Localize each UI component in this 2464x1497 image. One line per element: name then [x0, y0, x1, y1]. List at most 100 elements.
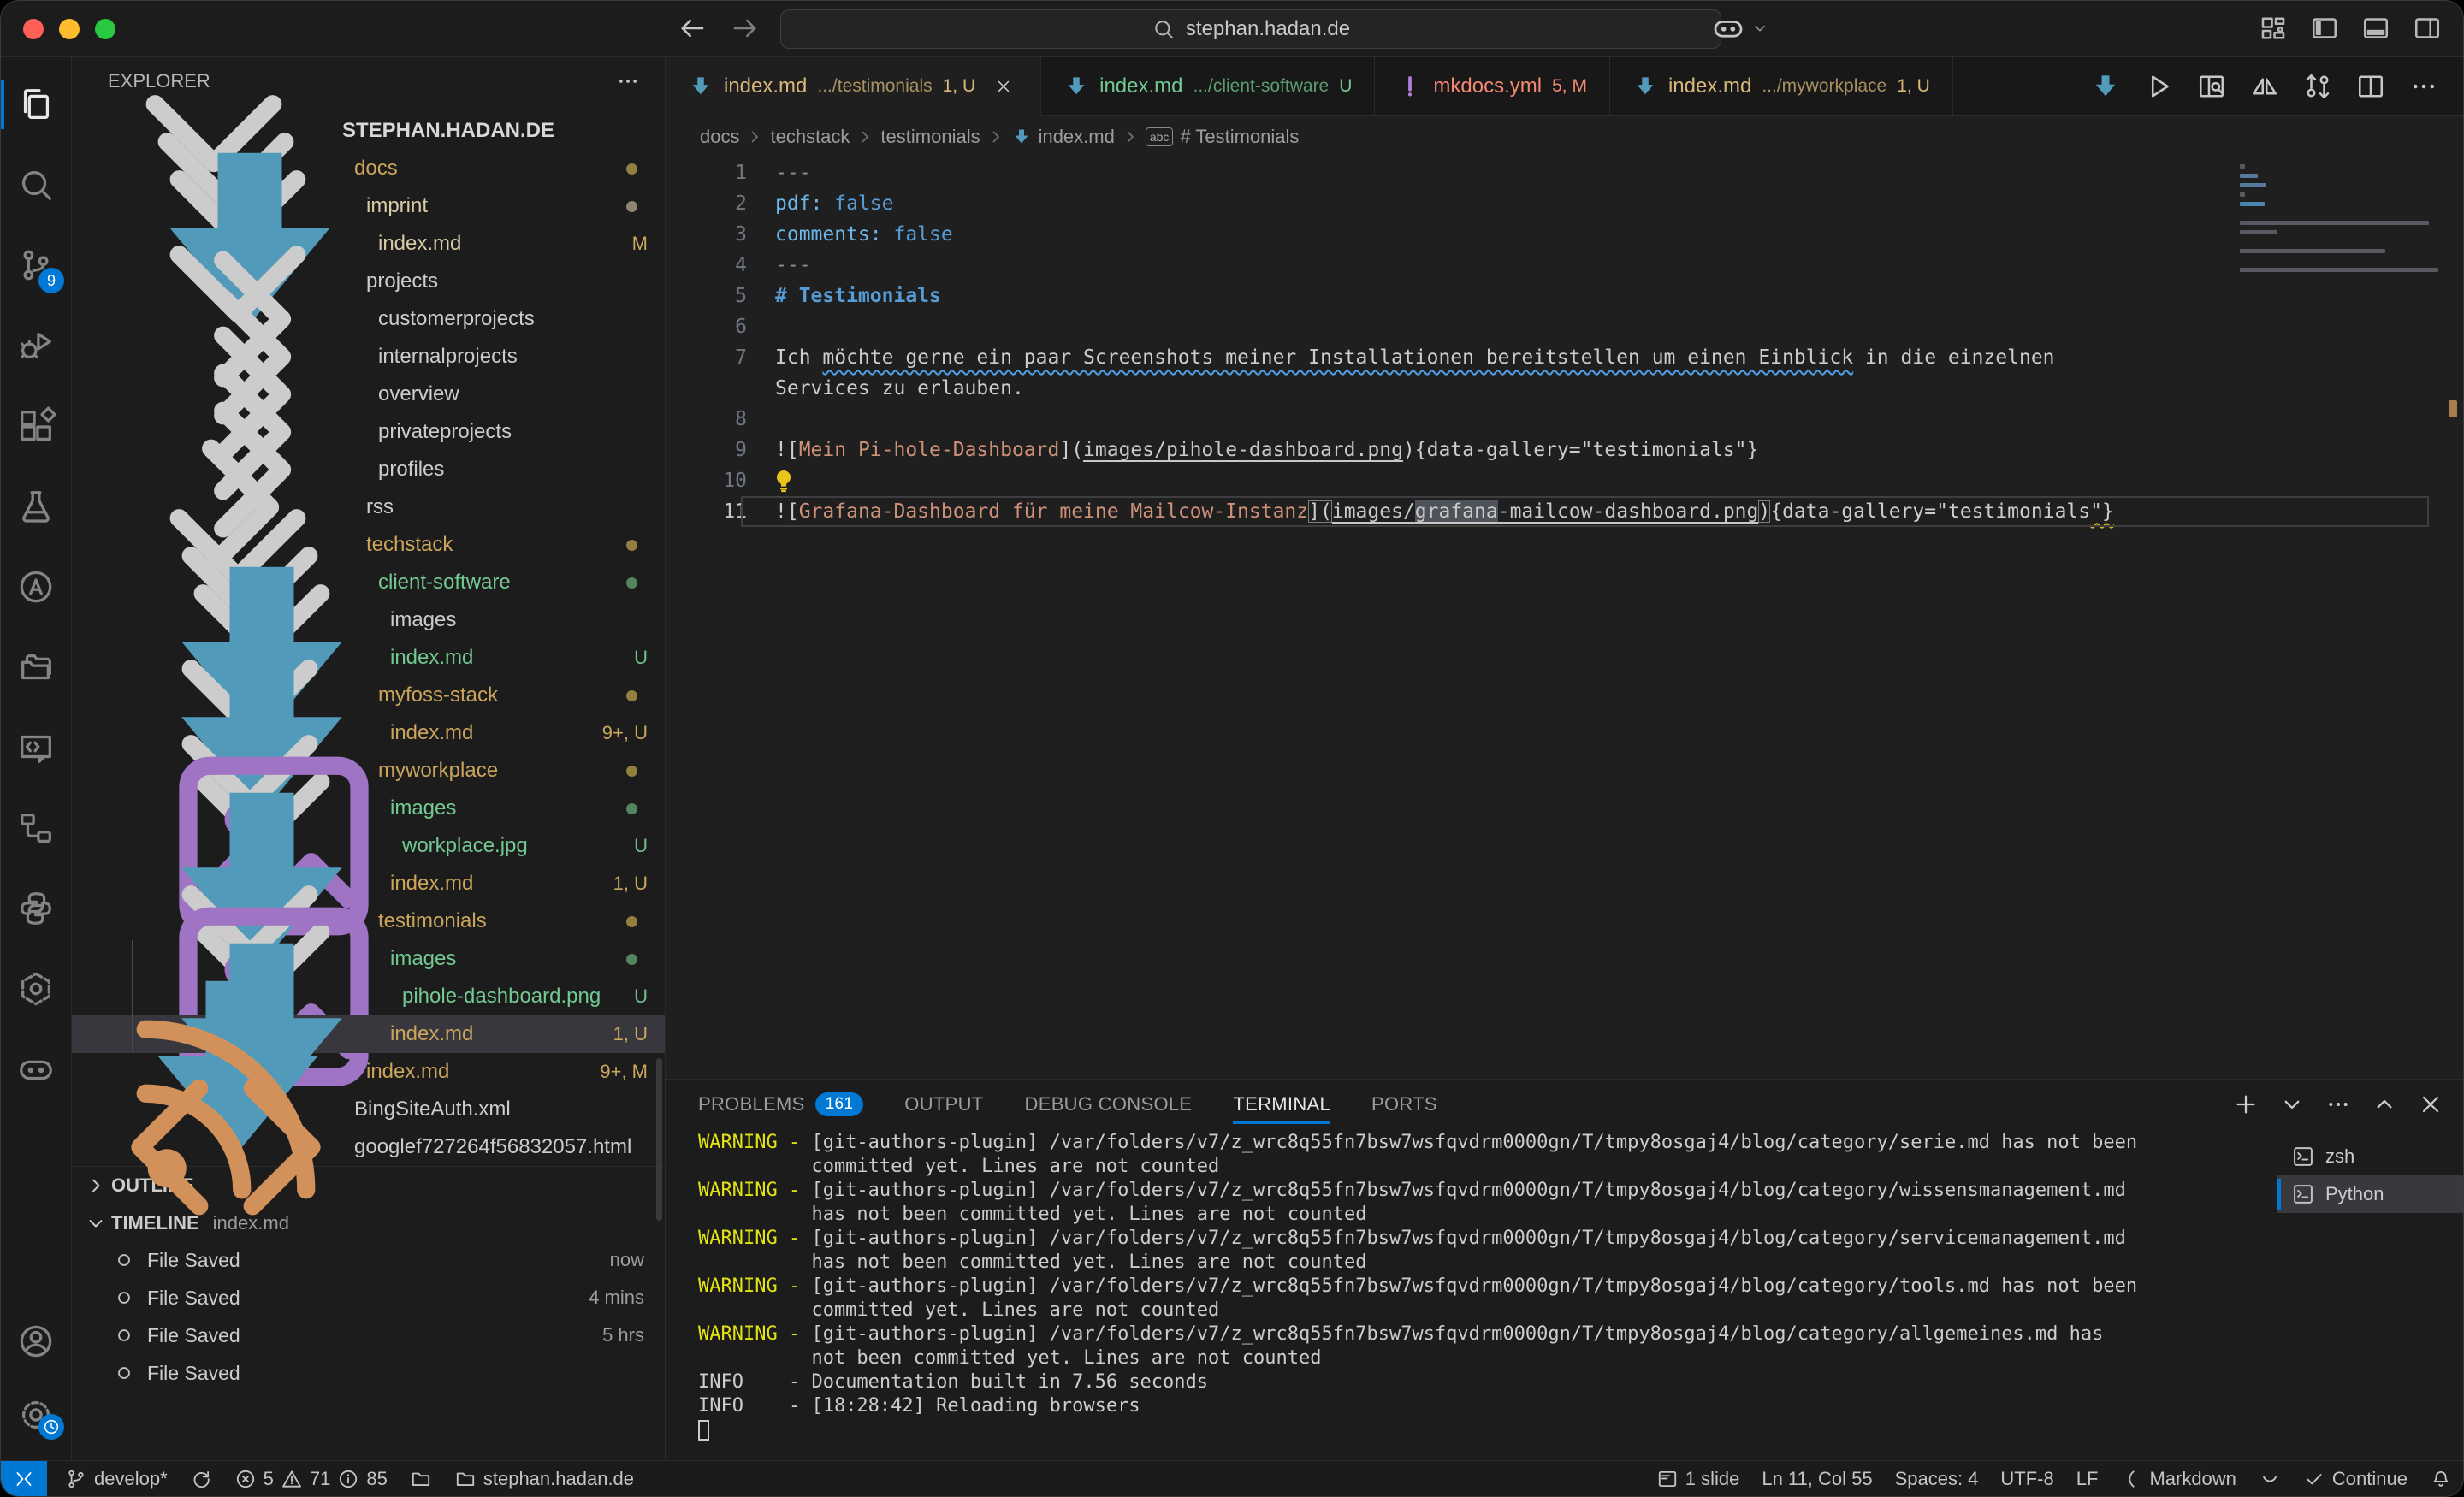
more-actions-icon[interactable] — [615, 68, 641, 94]
editor-action-markdown-tool[interactable] — [2249, 71, 2280, 102]
status-item-cursor-position[interactable]: Ln 11, Col 55 — [1750, 1461, 1883, 1496]
editor-action-open-changes[interactable] — [2302, 71, 2333, 102]
timeline-item[interactable]: File Saved5 hrs — [72, 1317, 665, 1354]
terminal-instance-python[interactable]: Python — [2277, 1175, 2463, 1213]
code-line-11[interactable]: 11![Grafana-Dashboard für meine Mailcow-… — [666, 496, 2463, 527]
activity-run-debug[interactable] — [1, 305, 71, 386]
panel-tab-ports[interactable]: PORTS — [1371, 1080, 1437, 1129]
tab-index-md-0[interactable]: index.md.../testimonials1, U — [666, 57, 1041, 116]
back-icon[interactable] — [677, 13, 708, 44]
editor-action-run[interactable] — [2143, 71, 2174, 102]
status-item-workspace[interactable]: stephan.hadan.de — [443, 1461, 645, 1496]
activity-extensions[interactable] — [1, 386, 71, 466]
code-line-4[interactable]: 4--- — [666, 250, 2463, 281]
activity-search[interactable] — [1, 145, 71, 225]
timeline-item[interactable]: File Saved4 mins — [72, 1279, 665, 1317]
git-status-badge: U — [634, 647, 648, 669]
code-line-10[interactable]: 10 — [666, 465, 2463, 496]
editor-action-split-editor[interactable] — [2355, 71, 2386, 102]
panel-action-new-terminal[interactable] — [2232, 1091, 2260, 1118]
code-line-5[interactable]: 5# Testimonials — [666, 281, 2463, 311]
code-line-6[interactable]: 6 — [666, 311, 2463, 342]
terminal-output[interactable]: WARNING - [git-authors-plugin] /var/fold… — [666, 1129, 2277, 1460]
breadcrumb-item-techstack[interactable]: techstack — [770, 126, 850, 148]
panel-tab-debug-console[interactable]: DEBUG CONSOLE — [1025, 1080, 1193, 1129]
panel-action-maximize-panel[interactable] — [2371, 1091, 2398, 1118]
breadcrumb-item-docs[interactable]: docs — [700, 126, 739, 148]
activity-testing[interactable] — [1, 466, 71, 547]
sidebar-scrollbar[interactable] — [656, 1058, 662, 1221]
panel-action-close-panel[interactable] — [2417, 1091, 2444, 1118]
zoom-window-button[interactable] — [95, 19, 116, 39]
code-line-7[interactable]: 7Ich möchte gerne ein paar Screenshots m… — [666, 342, 2463, 373]
activity-live-preview[interactable] — [1, 707, 71, 788]
panel-action-terminal-dropdown[interactable] — [2278, 1091, 2306, 1118]
status-item-eol[interactable]: LF — [2065, 1461, 2110, 1496]
minimap[interactable] — [2240, 164, 2441, 277]
activity-copilot[interactable] — [1, 1029, 71, 1109]
close-icon[interactable] — [989, 72, 1018, 101]
livePreview-icon — [16, 728, 56, 767]
activity-accounts[interactable] — [1, 1305, 71, 1378]
code-editor[interactable]: 1---2pdf: false3comments: false4---5# Te… — [666, 157, 2463, 1079]
status-remote-indicator[interactable] — [1, 1461, 47, 1496]
code-line-1[interactable]: 1--- — [666, 157, 2463, 188]
status-item-encoding[interactable]: UTF-8 — [1989, 1461, 2064, 1496]
code-text: comments: false — [775, 223, 953, 246]
tab-index-md-3[interactable]: index.md.../myworkplace1, U — [1610, 57, 1953, 115]
status-item-notifications[interactable] — [2419, 1461, 2463, 1496]
panel-tabs: PROBLEMS161 OUTPUT DEBUG CONSOLE TERMINAL PO… — [698, 1080, 1437, 1129]
status-item-branch[interactable]: develop* — [54, 1461, 179, 1496]
terminal-line: WARNING - [git-authors-plugin] /var/fold… — [698, 1227, 2277, 1251]
editor-action-open-preview-side[interactable] — [2196, 71, 2227, 102]
forward-icon[interactable] — [730, 13, 761, 44]
status-item-indentation[interactable]: Spaces: 4 — [1884, 1461, 1990, 1496]
status-item-continue[interactable]: Continue — [2292, 1461, 2419, 1496]
editor-action-markdown-preview[interactable] — [2090, 71, 2121, 102]
activity-python[interactable] — [1, 868, 71, 949]
breadcrumb-item-index-md[interactable]: index.md — [1011, 126, 1115, 148]
code-line-9[interactable]: 9![Mein Pi-hole-Dashboard](images/pihole… — [666, 435, 2463, 465]
toggle-primary-sidebar-icon[interactable] — [2309, 13, 2340, 44]
breadcrumb-item-testimonials[interactable]: abc# Testimonials — [1146, 126, 1300, 148]
code-line-2[interactable]: 2pdf: false — [666, 188, 2463, 219]
status-item-sync[interactable] — [179, 1461, 223, 1496]
activity-source-control[interactable]: 9 — [1, 225, 71, 305]
bell-icon — [2430, 1468, 2452, 1490]
panel-tab-problems[interactable]: PROBLEMS161 — [698, 1080, 863, 1129]
activity-hierarchy[interactable] — [1, 788, 71, 868]
minimize-window-button[interactable] — [59, 19, 80, 39]
lightbulb-icon[interactable] — [770, 467, 797, 494]
activity-explorer[interactable] — [1, 64, 71, 145]
tree-file-googlef727264f56832057-html[interactable]: googlef727264f56832057.html — [72, 1128, 665, 1166]
status-item-folder-action[interactable] — [399, 1461, 443, 1496]
command-center[interactable]: stephan.hadan.de — [780, 9, 1721, 49]
toggle-secondary-sidebar-icon[interactable] — [2412, 13, 2443, 44]
status-item-problems[interactable]: 57185 — [223, 1461, 399, 1496]
explorer-sidebar: EXPLORER STEPHAN.HADAN.DEdocsimprintinde… — [72, 57, 666, 1460]
tab-mkdocs-yml-2[interactable]: mkdocs.yml5, M — [1375, 57, 1610, 115]
code-line-3[interactable]: 3comments: false — [666, 219, 2463, 250]
status-item-spinner[interactable] — [2248, 1461, 2292, 1496]
code-line-8[interactable]: 8 — [666, 404, 2463, 435]
status-item-slides[interactable]: 1 slide — [1645, 1461, 1751, 1496]
status-item-language-mode[interactable]: Markdown — [2109, 1461, 2247, 1496]
terminal-instance-zsh[interactable]: zsh — [2277, 1138, 2463, 1175]
breadcrumb-item-testimonials[interactable]: testimonials — [880, 126, 980, 148]
timeline-item[interactable]: File Saved — [72, 1354, 665, 1392]
panel-tab-terminal[interactable]: TERMINAL — [1233, 1080, 1330, 1129]
code-line-wrap[interactable]: Services zu erlauben. — [666, 373, 2463, 404]
activity-settings[interactable] — [1, 1378, 71, 1452]
activity-remote-explorer[interactable] — [1, 627, 71, 707]
editor-action-more-actions[interactable] — [2408, 71, 2439, 102]
activity-letter-a[interactable] — [1, 547, 71, 627]
status-text: Markdown — [2149, 1468, 2236, 1490]
close-window-button[interactable] — [23, 19, 44, 39]
tab-index-md-1[interactable]: index.md.../client-softwareU — [1041, 57, 1375, 115]
copilot-menu-button[interactable] — [1711, 11, 1769, 45]
panel-tab-output[interactable]: OUTPUT — [904, 1080, 983, 1129]
activity-hexagon-extension[interactable] — [1, 949, 71, 1029]
panel-action-panel-more[interactable] — [2325, 1091, 2352, 1118]
customize-layout-icon[interactable] — [2258, 13, 2289, 44]
toggle-panel-icon[interactable] — [2360, 13, 2391, 44]
